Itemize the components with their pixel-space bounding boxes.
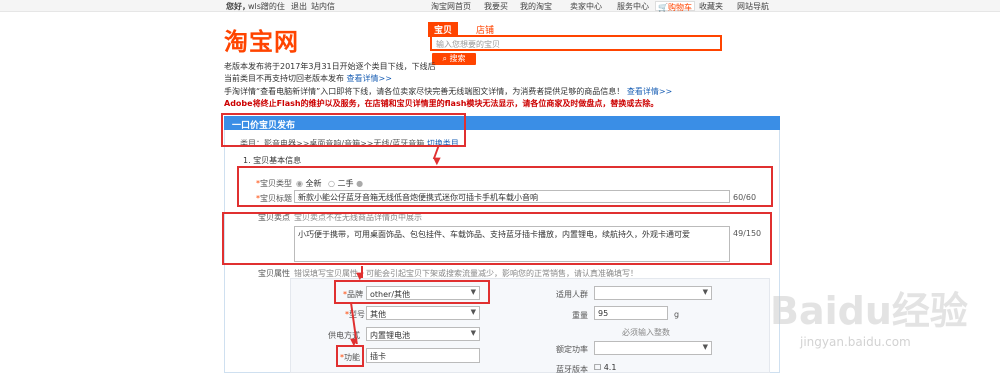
- annotation-box-selling: [222, 212, 772, 265]
- notice-flash: Adobe将终止Flash的维护以及服务，在店铺和宝贝详情里的flash模块无法…: [224, 99, 659, 108]
- chevron-down-icon: ▼: [702, 288, 708, 296]
- messages-link[interactable]: 站内信: [311, 1, 335, 12]
- search-input[interactable]: 输入您想要的宝贝: [430, 35, 722, 51]
- notice-category: 当前类目不再支持切回老版本发布 查看详情>>: [224, 74, 392, 83]
- weight-unit: g: [674, 310, 680, 319]
- watermark-url: jingyan.baidu.com: [800, 335, 911, 349]
- nav-buy[interactable]: 我要买: [484, 1, 508, 12]
- cart-icon: 🛒: [658, 3, 668, 12]
- nav-favorites[interactable]: 收藏夹: [699, 1, 723, 12]
- weight-hint: 必须输入整数: [622, 328, 670, 337]
- notice-category-link[interactable]: 查看详情>>: [347, 74, 392, 83]
- search-button[interactable]: ⌕ 搜索: [432, 53, 476, 65]
- weight-input[interactable]: 95: [594, 306, 668, 320]
- chevron-down-icon: ▼: [702, 343, 708, 351]
- logout-link[interactable]: 退出: [291, 1, 307, 12]
- nav-my-taobao[interactable]: 我的淘宝: [520, 1, 552, 12]
- notice-legacy: 老版本发布将于2017年3月31日开始逐个类目下线，下线后: [224, 62, 436, 71]
- bt-version-label: 蓝牙版本: [556, 365, 588, 373]
- greeting: 您好，: [226, 2, 250, 11]
- nav-site-map[interactable]: 网站导航: [737, 1, 769, 12]
- power-select[interactable]: 内置锂电池 ▼: [366, 327, 480, 341]
- taobao-logo[interactable]: 淘宝网: [224, 22, 299, 57]
- nav-service[interactable]: 服务中心: [617, 1, 649, 12]
- chevron-down-icon: ▼: [470, 308, 476, 316]
- rated-power-select[interactable]: ▼: [594, 341, 712, 355]
- checkbox-icon: ☐: [594, 363, 602, 372]
- top-bar: 您好， wls蹭的住 退出 站内信 淘宝网首页 我要买 我的淘宝 卖家中心 服务…: [0, 0, 1000, 12]
- section-basic-info: 1. 宝贝基本信息: [243, 156, 302, 165]
- model-select[interactable]: 其他 ▼: [366, 306, 480, 320]
- arrow-head-icon: ▼: [356, 271, 364, 282]
- rated-power-label: 额定功率: [556, 345, 588, 354]
- chevron-down-icon: ▼: [470, 329, 476, 337]
- crowd-label: 适用人群: [556, 290, 588, 299]
- attributes-label: 宝贝属性: [258, 269, 290, 278]
- search-icon: ⌕: [442, 54, 447, 63]
- bt-version-checkbox[interactable]: ☐ 4.1: [594, 363, 616, 372]
- annotation-box-title: [237, 166, 773, 207]
- crowd-select[interactable]: ▼: [594, 286, 712, 300]
- nav-cart[interactable]: 🛒购物车: [655, 1, 695, 12]
- nav-home[interactable]: 淘宝网首页: [431, 1, 471, 12]
- username-link[interactable]: wls蹭的住: [248, 1, 285, 12]
- arrow-head-icon: ▼: [350, 337, 358, 348]
- search-placeholder: 输入您想要的宝贝: [436, 40, 500, 49]
- weight-label: 重量: [572, 311, 588, 320]
- annotation-box-brand: [334, 280, 490, 304]
- function-input[interactable]: 插卡: [366, 348, 480, 363]
- notice-mobile-link[interactable]: 查看详情>>: [627, 87, 672, 96]
- model-label: *型号: [345, 310, 365, 319]
- notice-mobile-detail: 手淘详情“查看电脑新详情”入口即将下线，请各位卖家尽快完善无线端图文详情，为消费…: [224, 87, 673, 96]
- arrow-head-icon: ▼: [433, 156, 441, 167]
- annotation-box-function: [336, 345, 364, 367]
- nav-seller-center[interactable]: 卖家中心: [570, 1, 602, 12]
- baidu-watermark: Baidu经验: [770, 289, 968, 333]
- annotation-box-category: [221, 113, 466, 147]
